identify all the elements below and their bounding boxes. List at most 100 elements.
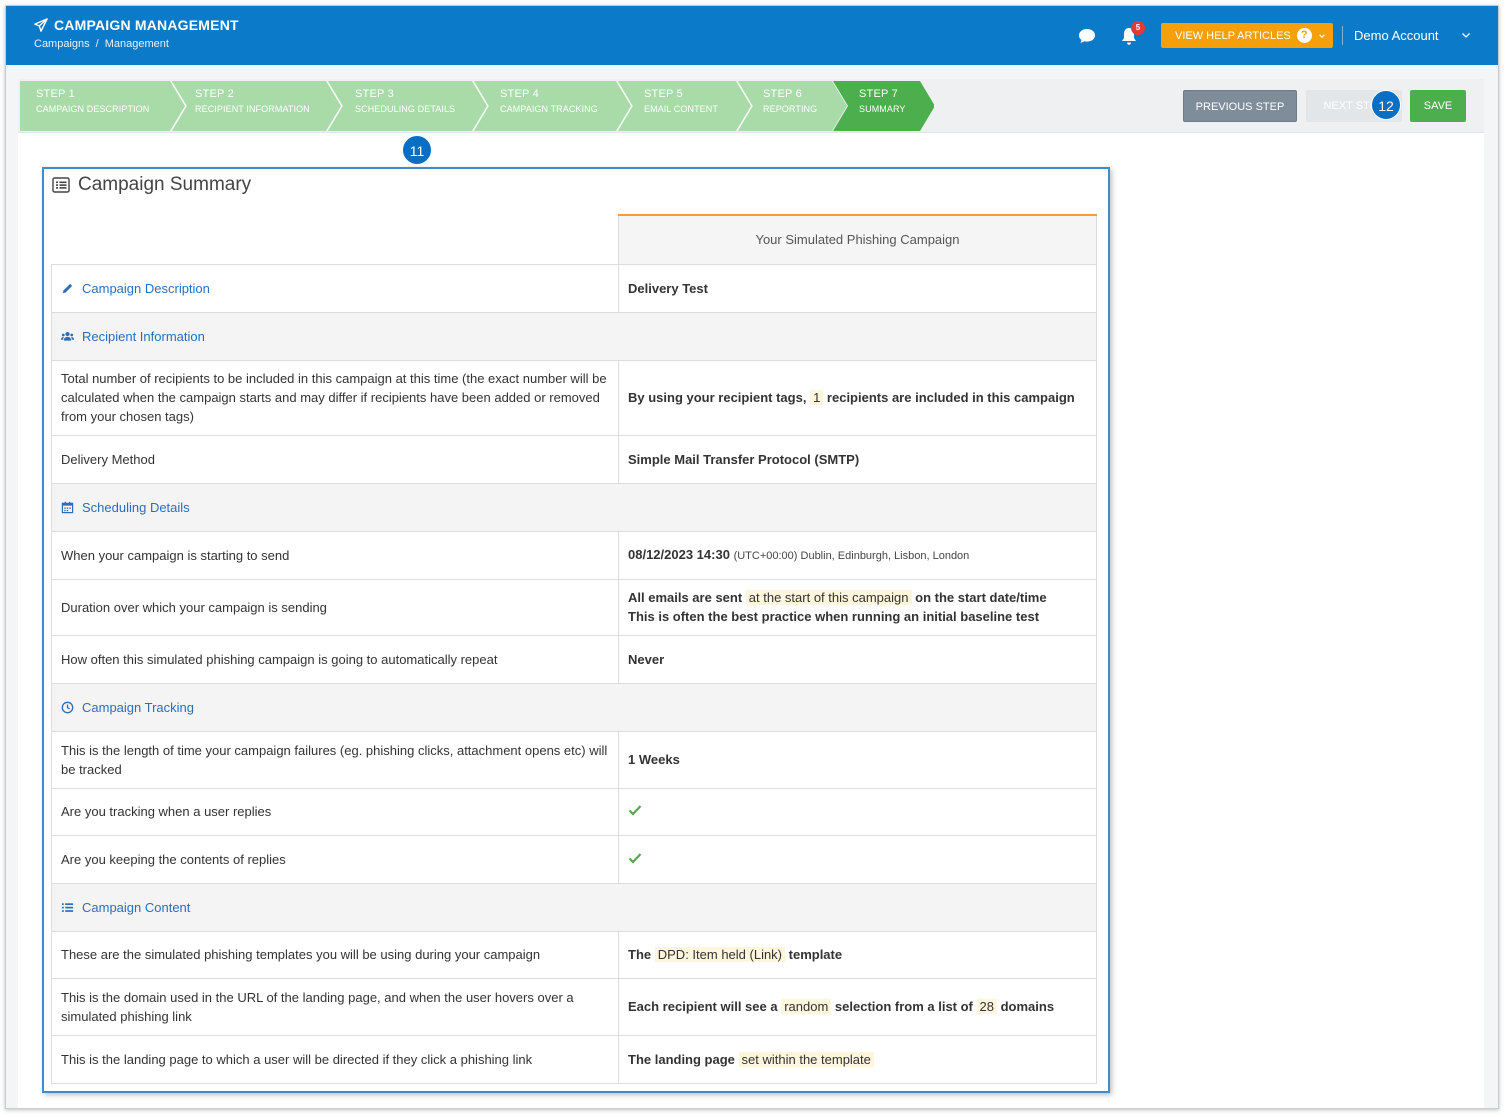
table-row: Are you tracking when a user replies bbox=[51, 787, 1097, 836]
section-label: Campaign Tracking bbox=[82, 699, 194, 715]
step-number: STEP 1 bbox=[36, 88, 75, 100]
step-label: CAMPAIGN DESCRIPTION bbox=[36, 104, 150, 114]
step-3[interactable]: STEP 3 SCHEDULING DETAILS bbox=[355, 79, 455, 129]
start-time-value: 08/12/2023 14:30 (UTC+00:00) Dublin, Edi… bbox=[618, 530, 1097, 580]
section-link-recipient-information[interactable]: Recipient Information bbox=[51, 311, 1097, 361]
step-6[interactable]: STEP 6 REPORTING bbox=[763, 79, 817, 129]
list-icon bbox=[61, 902, 74, 912]
landing-page-value: The landing page set within the template bbox=[618, 1034, 1097, 1084]
duration-note: This is often the best practice when run… bbox=[628, 609, 1040, 624]
breadcrumb: Campaigns / Management bbox=[34, 38, 169, 50]
delivery-method-value: Simple Mail Transfer Protocol (SMTP) bbox=[618, 434, 1097, 484]
breadcrumb-campaigns[interactable]: Campaigns bbox=[34, 38, 90, 50]
header-divider bbox=[1342, 26, 1343, 45]
header-empty-cell bbox=[51, 215, 619, 265]
column-header: Your Simulated Phishing Campaign bbox=[618, 214, 1097, 265]
step-number: STEP 3 bbox=[355, 88, 394, 100]
app-title-text: CAMPAIGN MANAGEMENT bbox=[54, 17, 239, 33]
template-name: DPD: Item held (Link) bbox=[654, 947, 786, 962]
breadcrumb-management[interactable]: Management bbox=[105, 38, 169, 50]
app-window: CAMPAIGN MANAGEMENT Campaigns / Manageme… bbox=[5, 5, 1499, 1109]
section-label: Campaign Description bbox=[82, 280, 210, 296]
step-4[interactable]: STEP 4 CAMPAIGN TRACKING bbox=[500, 79, 598, 129]
section-link-campaign-tracking[interactable]: Campaign Tracking bbox=[51, 682, 1097, 732]
paper-plane-icon bbox=[34, 18, 48, 32]
account-menu[interactable]: Demo Account bbox=[1354, 28, 1439, 43]
help-button-label: VIEW HELP ARTICLES bbox=[1175, 29, 1291, 42]
templates-value: The DPD: Item held (Link) template bbox=[618, 930, 1097, 979]
users-icon bbox=[61, 331, 74, 341]
campaign-name-value: Delivery Test bbox=[618, 263, 1097, 313]
section-label: Scheduling Details bbox=[82, 499, 190, 515]
section-row-recipients: Recipient Information bbox=[51, 311, 1097, 361]
save-button[interactable]: SAVE bbox=[1410, 90, 1466, 122]
callout-badge-12: 12 bbox=[1371, 90, 1401, 120]
question-icon: ? bbox=[1296, 28, 1312, 43]
track-replies-label: Are you tracking when a user replies bbox=[51, 787, 619, 836]
step-label: EMAIL CONTENT bbox=[644, 104, 718, 114]
list-alt-icon bbox=[52, 177, 70, 193]
section-row-content: Campaign Content bbox=[51, 882, 1097, 932]
step-label: CAMPAIGN TRACKING bbox=[500, 104, 598, 114]
duration-highlight: at the start of this campaign bbox=[745, 590, 912, 605]
tracking-length-label: This is the length of time your campaign… bbox=[51, 730, 619, 789]
step-2[interactable]: STEP 2 RECIPIENT INFORMATION bbox=[195, 79, 310, 129]
landing-page-setting: set within the template bbox=[738, 1051, 874, 1067]
callout-badge-11: 11 bbox=[402, 135, 432, 165]
repeat-value: Never bbox=[618, 634, 1097, 684]
section-row-tracking: Campaign Tracking bbox=[51, 682, 1097, 732]
section-link-campaign-description[interactable]: Campaign Description bbox=[51, 263, 619, 313]
table-row: When your campaign is starting to send 0… bbox=[51, 530, 1097, 580]
breadcrumb-separator: / bbox=[95, 38, 99, 50]
table-row: Campaign Description Delivery Test bbox=[51, 263, 1097, 313]
top-bar: CAMPAIGN MANAGEMENT Campaigns / Manageme… bbox=[6, 6, 1498, 65]
section-link-scheduling-details[interactable]: Scheduling Details bbox=[51, 482, 1097, 532]
table-row: This is the landing page to which a user… bbox=[51, 1034, 1097, 1084]
main-content: 11 Campaign Summary Your Simulated Phish… bbox=[18, 133, 1484, 1108]
table-header-row: Your Simulated Phishing Campaign bbox=[51, 214, 1097, 265]
previous-step-button[interactable]: PREVIOUS STEP bbox=[1183, 90, 1297, 122]
step-number: STEP 5 bbox=[644, 88, 683, 100]
section-row-scheduling: Scheduling Details bbox=[51, 482, 1097, 532]
check-icon bbox=[628, 805, 642, 816]
tracking-length-value: 1 Weeks bbox=[618, 730, 1097, 789]
templates-label: These are the simulated phishing templat… bbox=[51, 930, 619, 979]
duration-value: All emails are sent at the start of this… bbox=[618, 578, 1097, 636]
duration-label: Duration over which your campaign is sen… bbox=[51, 578, 619, 636]
step-1[interactable]: STEP 1 CAMPAIGN DESCRIPTION bbox=[36, 79, 149, 129]
section-label: Campaign Content bbox=[82, 899, 191, 915]
clock-icon bbox=[61, 701, 74, 713]
table-row: Total number of recipients to be include… bbox=[51, 359, 1097, 436]
domain-label: This is the domain used in the URL of th… bbox=[51, 977, 619, 1036]
track-replies-value bbox=[618, 787, 1097, 836]
view-help-articles-button[interactable]: VIEW HELP ARTICLES ? bbox=[1161, 23, 1333, 48]
step-7-active[interactable]: STEP 7 SUMMARY bbox=[859, 79, 906, 129]
landing-page-label: This is the landing page to which a user… bbox=[51, 1034, 619, 1084]
check-icon bbox=[628, 852, 642, 864]
repeat-label: How often this simulated phishing campai… bbox=[51, 634, 619, 684]
recipients-value: By using your recipient tags, 1 recipien… bbox=[618, 359, 1097, 436]
table-row: Duration over which your campaign is sen… bbox=[51, 578, 1097, 636]
keep-replies-value bbox=[618, 834, 1097, 884]
campaign-summary-panel: Campaign Summary Your Simulated Phishing… bbox=[42, 167, 1110, 1093]
wizard-steps-bar: STEP 1 CAMPAIGN DESCRIPTION STEP 2 RECIP… bbox=[18, 79, 1484, 133]
section-label: Recipient Information bbox=[82, 328, 205, 344]
start-time-label: When your campaign is starting to send bbox=[51, 530, 619, 580]
table-row: Delivery Method Simple Mail Transfer Pro… bbox=[51, 434, 1097, 484]
section-link-campaign-content[interactable]: Campaign Content bbox=[51, 882, 1097, 932]
start-datetime: 08/12/2023 14:30 bbox=[628, 546, 730, 562]
keep-replies-label: Are you keeping the contents of replies bbox=[51, 834, 619, 884]
notification-badge: 5 bbox=[1131, 21, 1145, 35]
domain-value: Each recipient will see a random selecti… bbox=[618, 977, 1097, 1036]
domain-selection: random bbox=[781, 999, 832, 1014]
calendar-icon bbox=[61, 501, 74, 513]
pencil-icon bbox=[62, 283, 73, 293]
chevron-down-icon[interactable] bbox=[1461, 30, 1471, 40]
table-row: Are you keeping the contents of replies bbox=[51, 834, 1097, 884]
step-5[interactable]: STEP 5 EMAIL CONTENT bbox=[644, 79, 718, 129]
step-label: SCHEDULING DETAILS bbox=[355, 104, 456, 114]
table-row: How often this simulated phishing campai… bbox=[51, 634, 1097, 684]
chat-icon[interactable] bbox=[1078, 28, 1096, 44]
step-number: STEP 6 bbox=[763, 88, 802, 100]
step-label: RECIPIENT INFORMATION bbox=[195, 104, 310, 114]
